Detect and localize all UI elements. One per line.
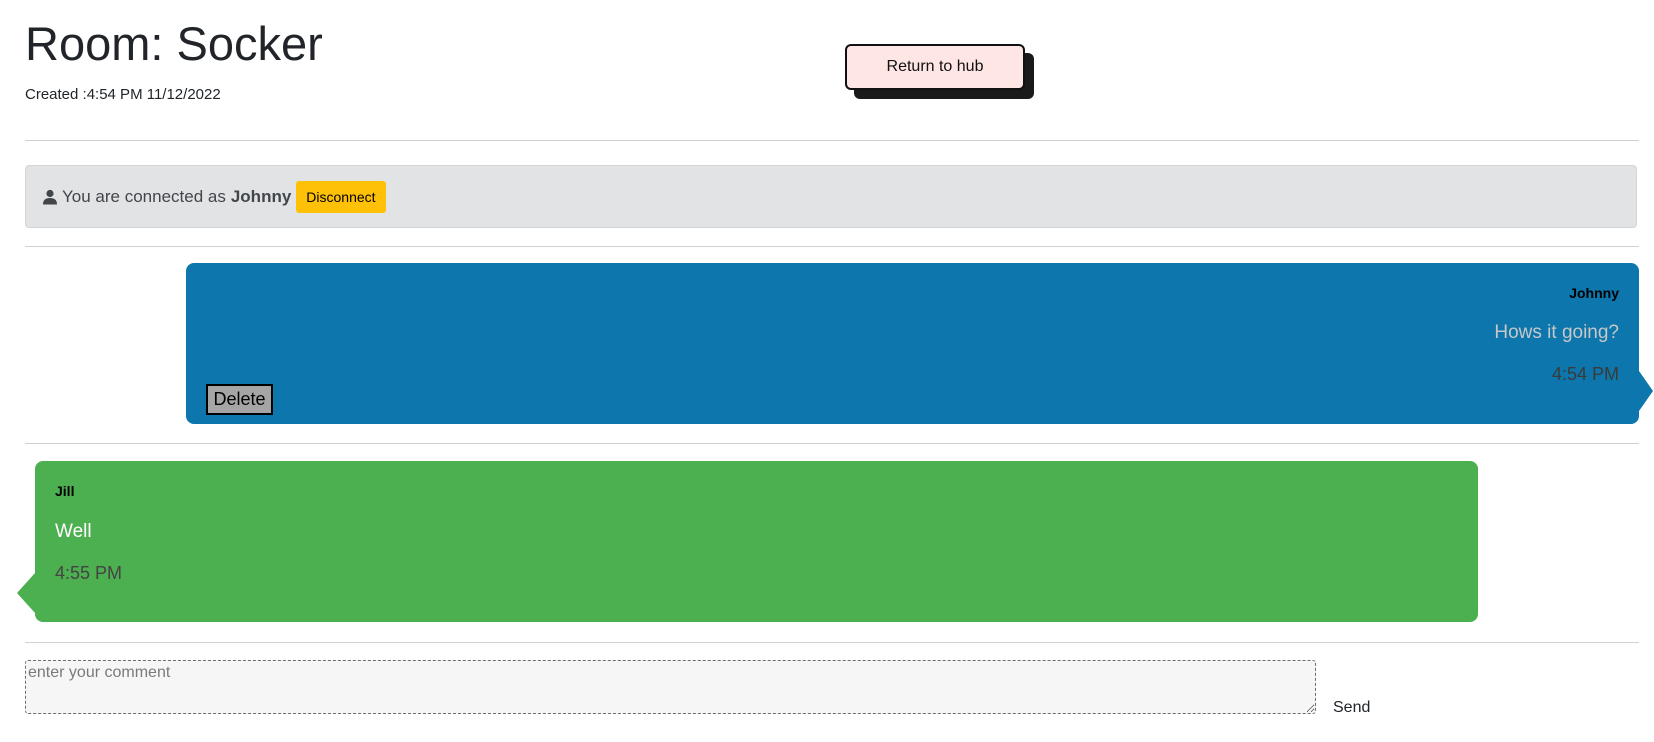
message-time: 4:55 PM xyxy=(55,563,123,583)
message-text: Well xyxy=(55,521,92,542)
message-author: Johnny xyxy=(1569,285,1619,301)
return-to-hub-wrapper: Return to hub xyxy=(845,44,1034,99)
connected-username: Johnny xyxy=(230,186,292,206)
send-button[interactable]: Send xyxy=(1327,697,1376,719)
divider xyxy=(25,246,1639,247)
divider xyxy=(25,140,1639,141)
message-time: 4:54 PM xyxy=(1551,364,1619,384)
message-author: Jill xyxy=(55,483,75,499)
divider xyxy=(25,642,1639,643)
connection-status-text: You are connected as xyxy=(62,186,226,206)
room-title: Room: Socker xyxy=(25,17,323,70)
user-icon xyxy=(42,189,58,205)
connection-status-bar: You are connected as Johnny Disconnect xyxy=(25,165,1637,228)
divider xyxy=(25,443,1639,444)
delete-message-button[interactable]: Delete xyxy=(206,384,273,415)
room-created-timestamp: Created :4:54 PM 11/12/2022 xyxy=(25,86,221,103)
chat-message-other: Jill Well 4:55 PM xyxy=(17,461,1478,622)
comment-input[interactable] xyxy=(25,660,1316,714)
chat-message-own: Johnny Hows it going? 4:54 PM Delete xyxy=(186,263,1653,424)
chat-room-page: Room: Socker Created :4:54 PM 11/12/2022… xyxy=(0,0,1654,742)
message-text: Hows it going? xyxy=(1494,322,1619,343)
return-to-hub-button[interactable]: Return to hub xyxy=(845,44,1025,90)
disconnect-button[interactable]: Disconnect xyxy=(296,180,386,213)
